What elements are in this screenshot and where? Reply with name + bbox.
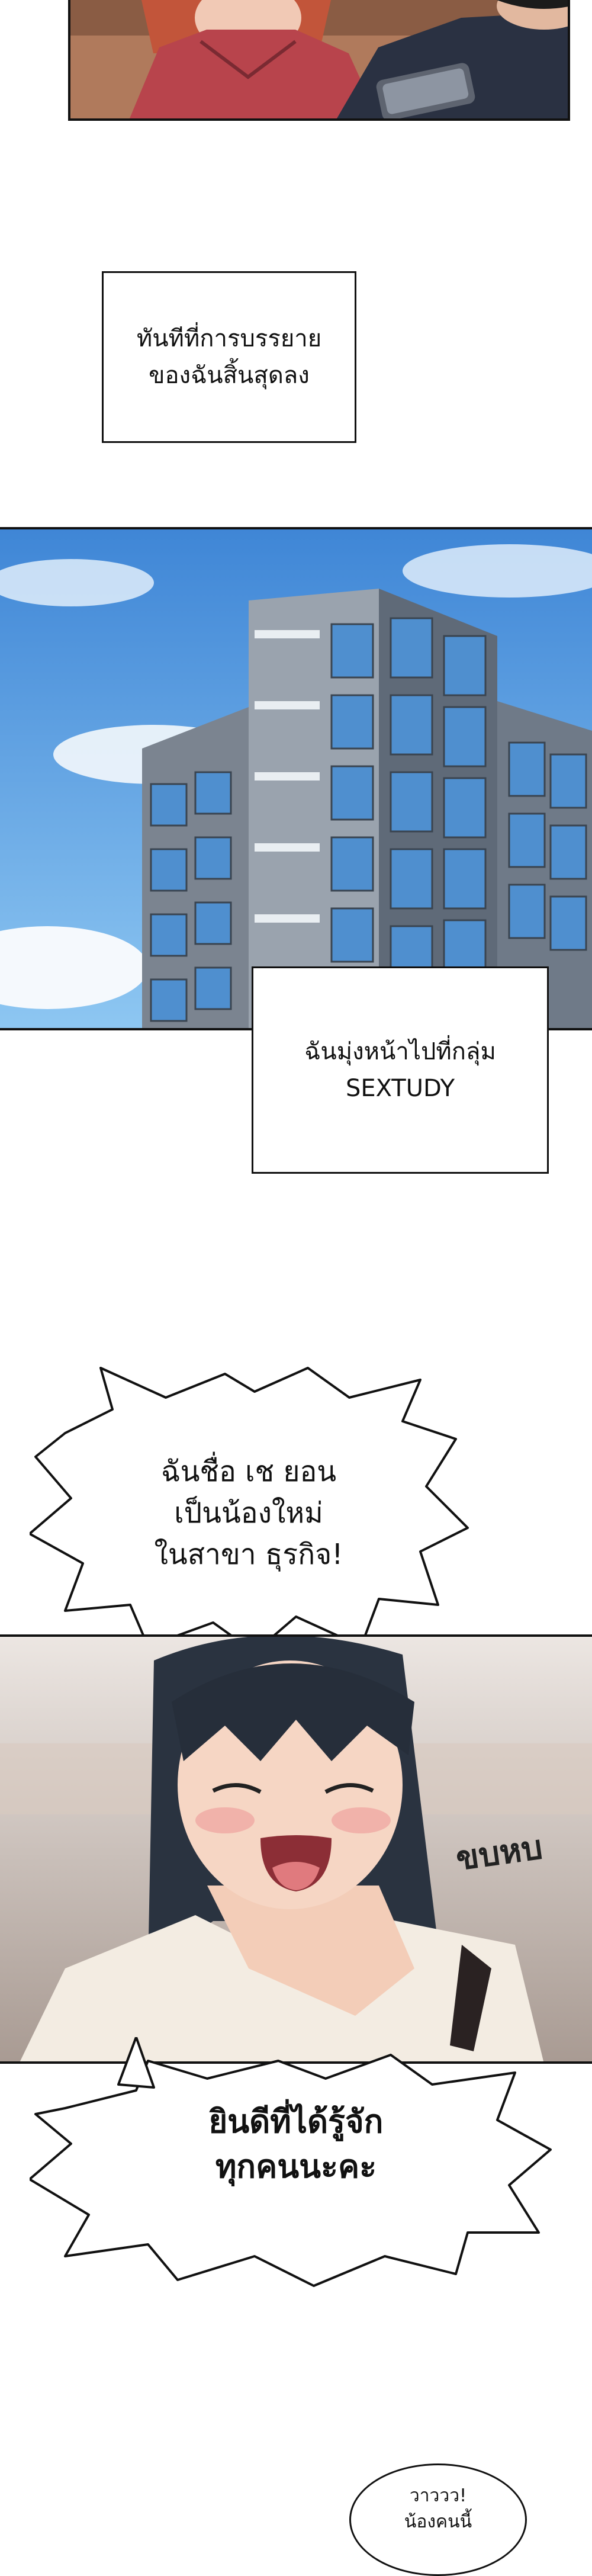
bubble-line: วาววว!: [409, 2485, 467, 2506]
bubble-line: ฉันชื่อ เช ยอน: [160, 1455, 337, 1488]
caption-line: ทันทีที่การบรรยาย: [136, 325, 322, 352]
bubble-line: เป็นน้องใหม่: [174, 1496, 323, 1530]
bubble-line: น้องคนนี้: [404, 2511, 472, 2532]
caption-line: SEXTUDY: [345, 1075, 455, 1102]
panel-top-characters: [68, 0, 570, 121]
caption-line: ของฉันสิ้นสุดลง: [149, 362, 310, 389]
panel-top-illustration: [70, 0, 568, 118]
bubble-line: ทุกคนนะคะ: [215, 2148, 377, 2185]
building-illustration: [0, 529, 592, 1028]
caption-narration-end: ทันทีที่การบรรยาย ของฉันสิ้นสุดลง: [102, 271, 356, 443]
speech-bubble-wow: วาววว! น้องคนนี้: [349, 2463, 527, 2576]
panel-girl-smiling: ขบหบ: [0, 1634, 592, 2064]
speech-bubble-greeting-text: ยินดีที่ได้รู้จัก ทุกคนนะคะ: [101, 2099, 491, 2189]
caption-line: ฉันมุ่งหน้าไปที่กลุ่ม: [304, 1038, 496, 1065]
bubble-line: ยินดีที่ได้รู้จัก: [208, 2103, 384, 2140]
bubble-line: ในสาขา ธุรกิจ!: [154, 1538, 343, 1571]
panel-building: [0, 527, 592, 1030]
speech-bubble-intro-text: ฉันชื่อ เช ยอน เป็นน้องใหม่ ในสาขา ธุรกิ…: [89, 1451, 408, 1575]
caption-head-to-group: ฉันมุ่งหน้าไปที่กลุ่ม SEXTUDY: [252, 966, 549, 1174]
